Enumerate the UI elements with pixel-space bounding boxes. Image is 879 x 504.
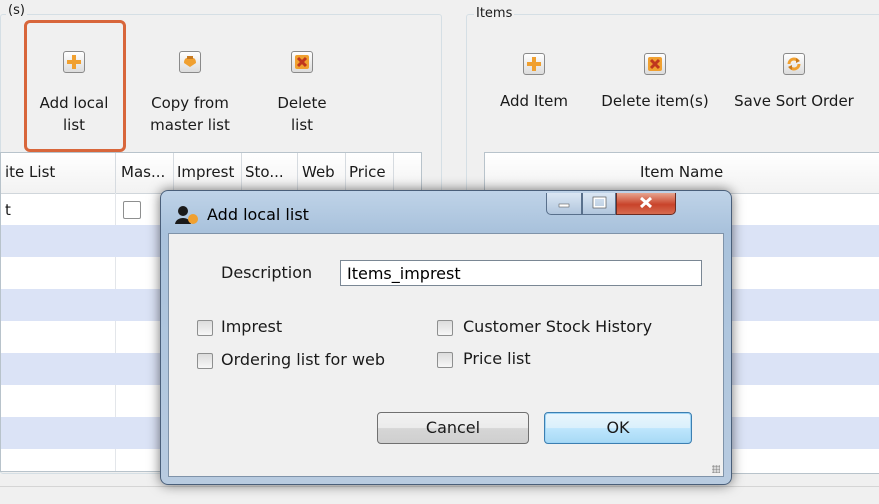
column-header-imprest[interactable]: Imprest: [177, 163, 234, 181]
price-list-label: Price list: [463, 349, 531, 368]
add-local-list-label-1: Add local: [39, 94, 109, 112]
add-local-list-label-2: list: [62, 116, 86, 134]
save-sort-order-button[interactable]: Save Sort Order: [722, 50, 866, 120]
close-icon: [639, 196, 653, 209]
resize-grip[interactable]: [712, 465, 720, 473]
plus-icon: [523, 53, 545, 75]
customer-stock-history-label: Customer Stock History: [463, 317, 653, 336]
cancel-button[interactable]: Cancel: [377, 412, 529, 444]
column-header-stock[interactable]: Sto...: [245, 163, 284, 181]
description-input[interactable]: [340, 260, 702, 286]
add-item-button[interactable]: Add Item: [486, 50, 582, 120]
delete-items-button[interactable]: Delete item(s): [592, 50, 718, 120]
add-item-label: Add Item: [500, 92, 568, 110]
delete-icon: [644, 53, 666, 75]
customer-stock-history-checkbox[interactable]: [437, 320, 453, 336]
column-header-list[interactable]: ite List: [5, 163, 55, 181]
add-local-list-dialog: Add local list Description Imprest Order…: [160, 190, 732, 485]
delete-list-button[interactable]: Delete list: [256, 46, 348, 138]
dialog-body: Description Imprest Ordering list for we…: [168, 233, 724, 477]
ok-button[interactable]: OK: [544, 412, 692, 444]
dialog-title: Add local list: [207, 205, 309, 224]
save-sort-order-label: Save Sort Order: [734, 92, 854, 110]
imprest-label: Imprest: [221, 317, 283, 336]
items-table-header: Item Name: [485, 153, 879, 194]
close-button[interactable]: [616, 193, 676, 215]
delete-list-label-1: Delete: [277, 94, 327, 112]
maximize-button[interactable]: [582, 193, 616, 215]
copy-icon: [179, 51, 201, 73]
delete-icon: [291, 51, 313, 73]
lists-table-header: ite List Mas... Imprest Sto... Web Price: [1, 153, 421, 194]
ordering-list-web-label: Ordering list for web: [221, 350, 386, 369]
copy-from-master-label-2: master list: [150, 116, 230, 134]
add-local-list-button[interactable]: Add local list: [28, 46, 120, 138]
minimize-button[interactable]: [546, 193, 582, 215]
column-header-item-name[interactable]: Item Name: [640, 163, 723, 181]
app-logo-icon: [173, 205, 199, 225]
column-header-price[interactable]: Price: [349, 163, 386, 181]
plus-icon: [63, 51, 85, 73]
delete-items-label: Delete item(s): [601, 92, 709, 110]
description-label: Description: [221, 263, 313, 282]
row-1-master-checkbox[interactable]: [123, 201, 141, 219]
items-panel-title: Items: [474, 6, 515, 21]
copy-from-master-label-1: Copy from: [151, 94, 229, 112]
column-header-web[interactable]: Web: [302, 163, 335, 181]
ordering-list-web-checkbox[interactable]: [197, 353, 213, 369]
imprest-checkbox[interactable]: [197, 320, 213, 336]
row-1-list-cell[interactable]: t: [5, 201, 11, 219]
copy-from-master-button[interactable]: Copy from master list: [140, 46, 240, 138]
refresh-icon: [783, 53, 805, 75]
delete-list-label-2: list: [290, 116, 314, 134]
lists-panel-title: (s): [6, 3, 27, 18]
status-bar: [0, 486, 879, 504]
price-list-checkbox[interactable]: [437, 352, 453, 368]
column-header-master[interactable]: Mas...: [121, 163, 165, 181]
